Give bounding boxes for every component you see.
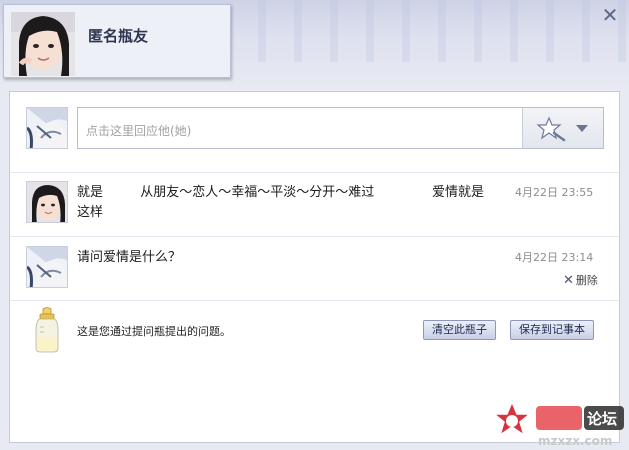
save-to-notebook-button[interactable]: 保存到记事本 <box>510 320 594 340</box>
header-stripe <box>230 0 629 62</box>
close-icon: ✕ <box>563 273 574 288</box>
message-avatar <box>26 246 68 288</box>
sender-avatar <box>11 12 75 76</box>
message-timestamp: 4月22日 23:14 <box>515 251 594 264</box>
divider <box>10 172 619 173</box>
bottle-icon <box>34 307 60 353</box>
my-avatar <box>26 107 68 149</box>
reply-box <box>77 107 604 149</box>
conversation-panel: 就是 从朋友～恋人～幸福～平淡～分开～难过 爱情就是 这样 4月22日 23:5… <box>9 91 620 443</box>
reply-input[interactable] <box>78 108 522 148</box>
message-text: 请问爱情是什么？ <box>77 250 182 265</box>
close-icon[interactable]: ✕ <box>601 5 619 25</box>
delete-label: 删除 <box>575 274 598 287</box>
emoji-picker-button[interactable] <box>522 108 603 148</box>
watermark-text: 论坛 <box>587 410 617 428</box>
forum-watermark: 论坛 mzxzx.com <box>491 400 627 448</box>
divider <box>10 300 619 301</box>
sender-name: 匿名瓶友 <box>88 27 149 45</box>
message-timestamp: 4月22日 23:55 <box>515 186 594 199</box>
divider <box>10 236 619 237</box>
hint-text: 这是您通过提问瓶提出的问题。 <box>77 325 231 338</box>
clear-bottle-button[interactable]: 清空此瓶子 <box>423 320 496 340</box>
watermark-url: mzxzx.com <box>538 434 612 448</box>
magic-wand-icon <box>536 116 588 142</box>
message-text: 就是 从朋友～恋人～幸福～平淡～分开～难过 爱情就是 这样 <box>77 185 485 220</box>
message-avatar <box>26 181 68 223</box>
sender-card: 匿名瓶友 <box>3 4 231 78</box>
delete-button[interactable]: ✕ 删除 <box>563 272 598 288</box>
